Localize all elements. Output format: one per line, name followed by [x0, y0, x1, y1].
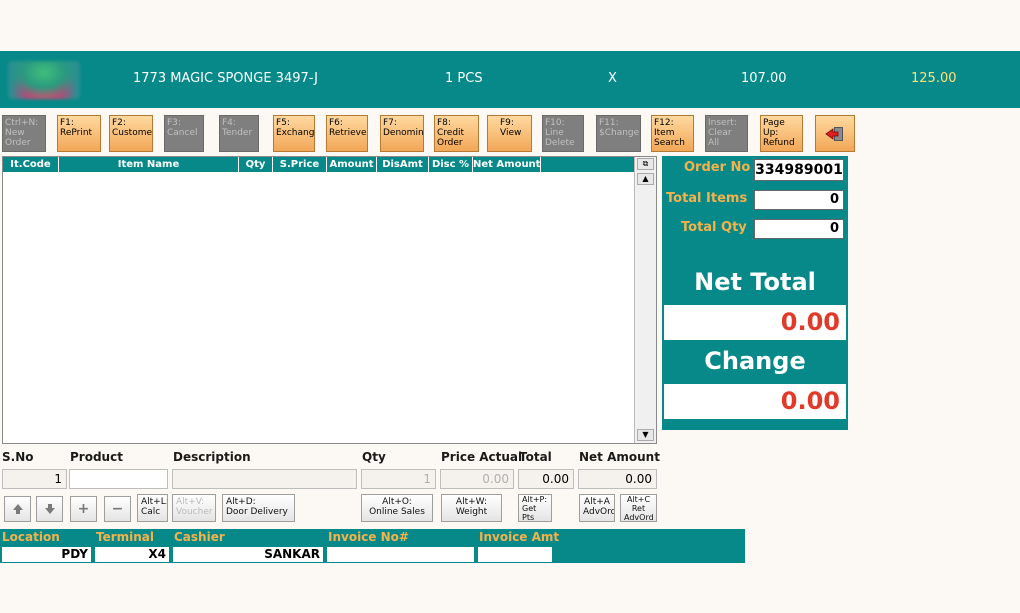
retrieve-button[interactable]: F6: Retrieve — [326, 115, 368, 152]
description-label: Description — [173, 450, 251, 464]
invoice-no-label: Invoice No# — [328, 530, 409, 544]
exchange-button[interactable]: F5: Exchang — [273, 115, 315, 152]
door-delivery-button[interactable]: Alt+D: Door Delivery — [222, 494, 295, 522]
adv-order-button[interactable]: Alt+A AdvOrd — [579, 494, 615, 522]
status-footer: Location Terminal Cashier Invoice No# In… — [0, 529, 745, 563]
col-item-code: It.Code — [3, 157, 59, 172]
total-items-label: Total Items — [666, 191, 748, 206]
item-search-button[interactable]: F12: Item Search — [651, 115, 694, 152]
total-label: Total — [519, 450, 552, 464]
total-items-value: 0 — [754, 190, 844, 210]
invoice-no-value — [327, 547, 474, 562]
terminal-label: Terminal — [96, 530, 155, 544]
sno-field[interactable]: 1 — [2, 469, 67, 489]
clear-all-button[interactable]: Insert: Clear All — [705, 115, 748, 152]
col-item-name: Item Name — [59, 157, 239, 172]
reprint-button[interactable]: F1: RePrint — [57, 115, 101, 152]
cashier-label: Cashier — [174, 530, 225, 544]
multiply-sign: X — [608, 71, 617, 86]
terminal-value: X4 — [95, 547, 169, 562]
move-up-button[interactable] — [4, 496, 31, 522]
total-qty-label: Total Qty — [681, 220, 747, 235]
sno-label: S.No — [2, 450, 34, 464]
product-label: Product — [70, 450, 123, 464]
credit-order-button[interactable]: F8: Credit Order — [434, 115, 479, 152]
tender-button[interactable]: F4: Tender — [219, 115, 259, 152]
order-no-label: Order No — [684, 160, 751, 175]
change-value: 0.00 — [664, 384, 846, 419]
col-qty: Qty — [239, 157, 273, 172]
view-button[interactable]: F9: View — [487, 115, 532, 152]
column-chooser-icon[interactable]: ⧉ — [637, 158, 654, 170]
exit-icon — [825, 126, 843, 141]
scroll-down-icon[interactable]: ▼ — [637, 429, 654, 441]
grid-scrollbar[interactable]: ⧉ ▲ ▼ — [634, 157, 656, 443]
col-disamt: DisAmt — [377, 157, 429, 172]
voucher-button[interactable]: Alt+V: Voucher — [172, 494, 216, 522]
items-grid-header: It.Code Item Name Qty S.Price Amount Dis… — [3, 157, 634, 172]
move-down-button[interactable] — [36, 496, 63, 522]
new-order-button[interactable]: Ctrl+N: New Order — [2, 115, 46, 152]
store-logo — [8, 61, 80, 99]
calc-button[interactable]: Alt+L: Calc — [137, 494, 168, 522]
change-button[interactable]: F11: $Change — [596, 115, 641, 152]
net-amount-label: Net Amount — [579, 450, 660, 464]
col-amount: Amount — [327, 157, 377, 172]
col-disc-percent: Disc % — [429, 157, 473, 172]
qty-label: Qty — [362, 450, 386, 464]
summary-panel: Order No 334989001 Total Items 0 Total Q… — [662, 156, 848, 430]
online-sales-button[interactable]: Alt+O: Online Sales — [361, 494, 433, 522]
refund-button[interactable]: Page Up: Refund — [760, 115, 803, 152]
current-item-total: 125.00 — [911, 71, 957, 86]
col-net-amount: Net Amount — [473, 157, 541, 172]
current-item-bar: 1773 MAGIC SPONGE 3497-J 1 PCS X 107.00 … — [0, 51, 1020, 108]
return-adv-order-button[interactable]: Alt+C Ret AdvOrd — [620, 494, 657, 522]
net-amount-field: 0.00 — [578, 469, 657, 489]
description-field[interactable] — [172, 469, 357, 489]
product-field[interactable] — [69, 469, 168, 489]
change-label: Change — [704, 347, 806, 375]
price-actual-field[interactable]: 0.00 — [440, 469, 514, 489]
increase-qty-button[interactable]: + — [70, 496, 97, 522]
net-total-label: Net Total — [694, 268, 816, 296]
minus-icon: − — [111, 501, 124, 517]
weight-button[interactable]: Alt+W: Weight — [441, 494, 502, 522]
location-label: Location — [2, 530, 60, 544]
items-grid[interactable]: It.Code Item Name Qty S.Price Amount Dis… — [2, 156, 657, 444]
col-s-price: S.Price — [273, 157, 327, 172]
order-no-value: 334989001 — [754, 159, 844, 181]
total-qty-value: 0 — [754, 219, 844, 239]
arrow-up-icon — [12, 504, 23, 514]
line-delete-button[interactable]: F10: Line Delete — [542, 115, 584, 152]
plus-icon: + — [77, 501, 90, 517]
invoice-amt-value — [478, 547, 552, 562]
get-points-button[interactable]: Alt+P: Get Pts — [518, 494, 552, 522]
arrow-down-icon — [44, 504, 55, 514]
cancel-button[interactable]: F3: Cancel — [164, 115, 204, 152]
current-item-name: 1773 MAGIC SPONGE 3497-J — [133, 71, 319, 86]
price-actual-label: Price Actual — [441, 450, 523, 464]
current-item-price: 107.00 — [741, 71, 787, 86]
qty-field[interactable]: 1 — [361, 469, 436, 489]
decrease-qty-button[interactable]: − — [104, 496, 131, 522]
exit-button[interactable] — [815, 115, 855, 152]
invoice-amt-label: Invoice Amt — [479, 530, 560, 544]
total-field: 0.00 — [518, 469, 574, 489]
scroll-up-icon[interactable]: ▲ — [637, 173, 654, 185]
current-item-qty: 1 PCS — [445, 71, 483, 86]
customer-button[interactable]: F2: Custome — [109, 115, 153, 152]
denomination-button[interactable]: F7: Denomin — [380, 115, 424, 152]
location-value: PDY — [2, 547, 91, 562]
net-total-value: 0.00 — [664, 305, 846, 340]
cashier-value: SANKAR — [173, 547, 323, 562]
